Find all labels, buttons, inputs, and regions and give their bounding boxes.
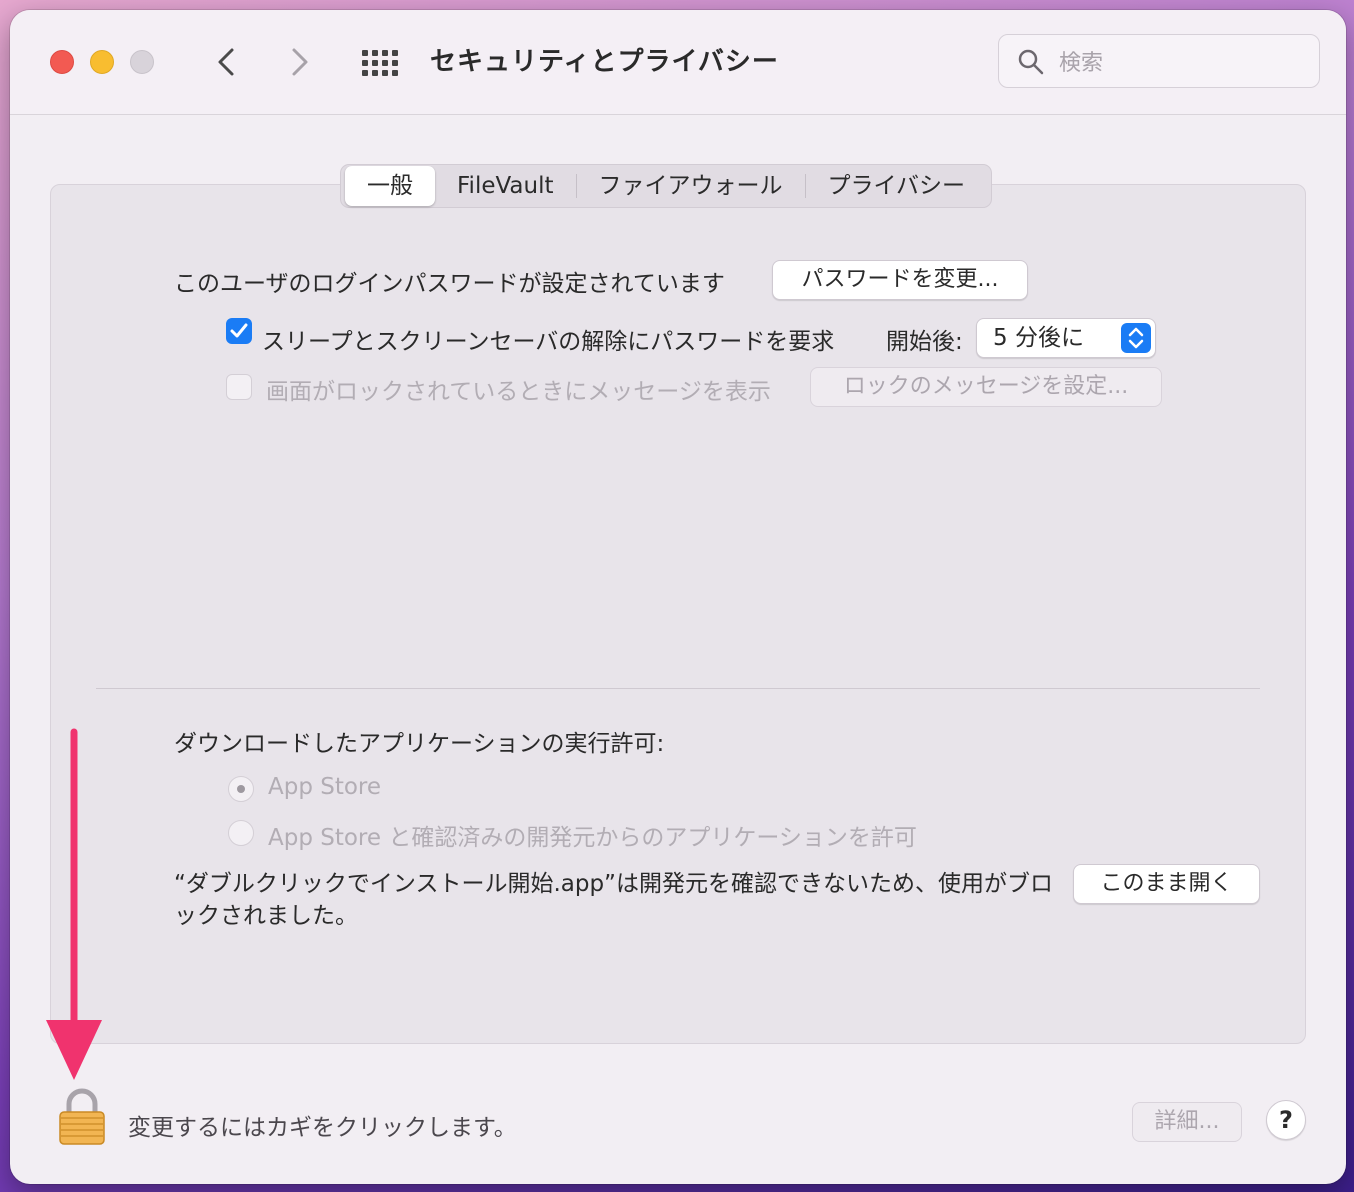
lock-hint-text: 変更するにはカギをクリックします。 bbox=[128, 1115, 517, 1141]
window-title: セキュリティとプライバシー bbox=[430, 47, 779, 77]
grid-icon bbox=[362, 50, 398, 76]
require-password-checkbox[interactable] bbox=[226, 318, 252, 344]
chevron-left-icon bbox=[218, 48, 234, 76]
section-divider bbox=[96, 688, 1260, 689]
set-lock-message-button[interactable]: ロックのメッセージを設定... bbox=[810, 367, 1162, 407]
checkmark-icon bbox=[230, 323, 248, 338]
lock-message-label: 画面がロックされているときにメッセージを表示 bbox=[266, 379, 771, 405]
radio-app-store-identified[interactable] bbox=[228, 820, 254, 846]
zoom-window-button[interactable] bbox=[130, 50, 154, 74]
tab-bar: 一般 FileVault ファイアウォール プライバシー bbox=[340, 164, 993, 208]
search-field[interactable] bbox=[998, 34, 1320, 88]
tab-privacy[interactable]: プライバシー bbox=[806, 166, 988, 206]
stepper-icon bbox=[1121, 323, 1151, 353]
require-password-label: スリープとスクリーンセーバの解除にパスワードを要求 bbox=[262, 329, 835, 355]
tab-firewall[interactable]: ファイアウォール bbox=[577, 166, 805, 206]
titlebar: セキュリティとプライバシー bbox=[10, 10, 1346, 115]
open-anyway-button[interactable]: このまま開く bbox=[1073, 864, 1260, 904]
search-input[interactable] bbox=[1057, 45, 1311, 81]
lock-button[interactable] bbox=[56, 1084, 108, 1146]
lock-message-checkbox[interactable] bbox=[226, 374, 252, 400]
password-delay-select[interactable]: 5 分後に bbox=[976, 318, 1156, 358]
downloads-heading: ダウンロードしたアプリケーションの実行許可: bbox=[174, 731, 665, 757]
password-set-label: このユーザのログインパスワードが設定されています bbox=[174, 271, 725, 297]
help-button[interactable]: ? bbox=[1266, 1100, 1306, 1140]
radio-app-store-identified-label: App Store と確認済みの開発元からのアプリケーションを許可 bbox=[268, 825, 917, 851]
close-window-button[interactable] bbox=[50, 50, 74, 74]
tab-filevault[interactable]: FileVault bbox=[435, 166, 576, 206]
back-button[interactable] bbox=[206, 42, 246, 82]
search-icon bbox=[1018, 49, 1044, 75]
change-password-button[interactable]: パスワードを変更... bbox=[772, 260, 1028, 300]
show-all-button[interactable] bbox=[360, 48, 400, 78]
chevron-right-icon bbox=[292, 48, 308, 76]
tab-general[interactable]: 一般 bbox=[345, 166, 435, 206]
forward-button[interactable] bbox=[280, 42, 320, 82]
radio-app-store[interactable] bbox=[228, 776, 254, 802]
padlock-icon bbox=[59, 1088, 105, 1145]
radio-app-store-label: App Store bbox=[268, 774, 382, 800]
system-preferences-window: セキュリティとプライバシー 一般 FileVault ファイアウォール プライバ… bbox=[10, 10, 1346, 1184]
blocked-app-message: “ダブルクリックでインストール開始.app”は開発元を確認できないため、使用がブ… bbox=[174, 871, 1053, 929]
password-delay-value: 5 分後に bbox=[993, 325, 1084, 351]
start-after-label: 開始後: bbox=[886, 329, 963, 355]
advanced-button[interactable]: 詳細... bbox=[1132, 1102, 1242, 1142]
minimize-window-button[interactable] bbox=[90, 50, 114, 74]
